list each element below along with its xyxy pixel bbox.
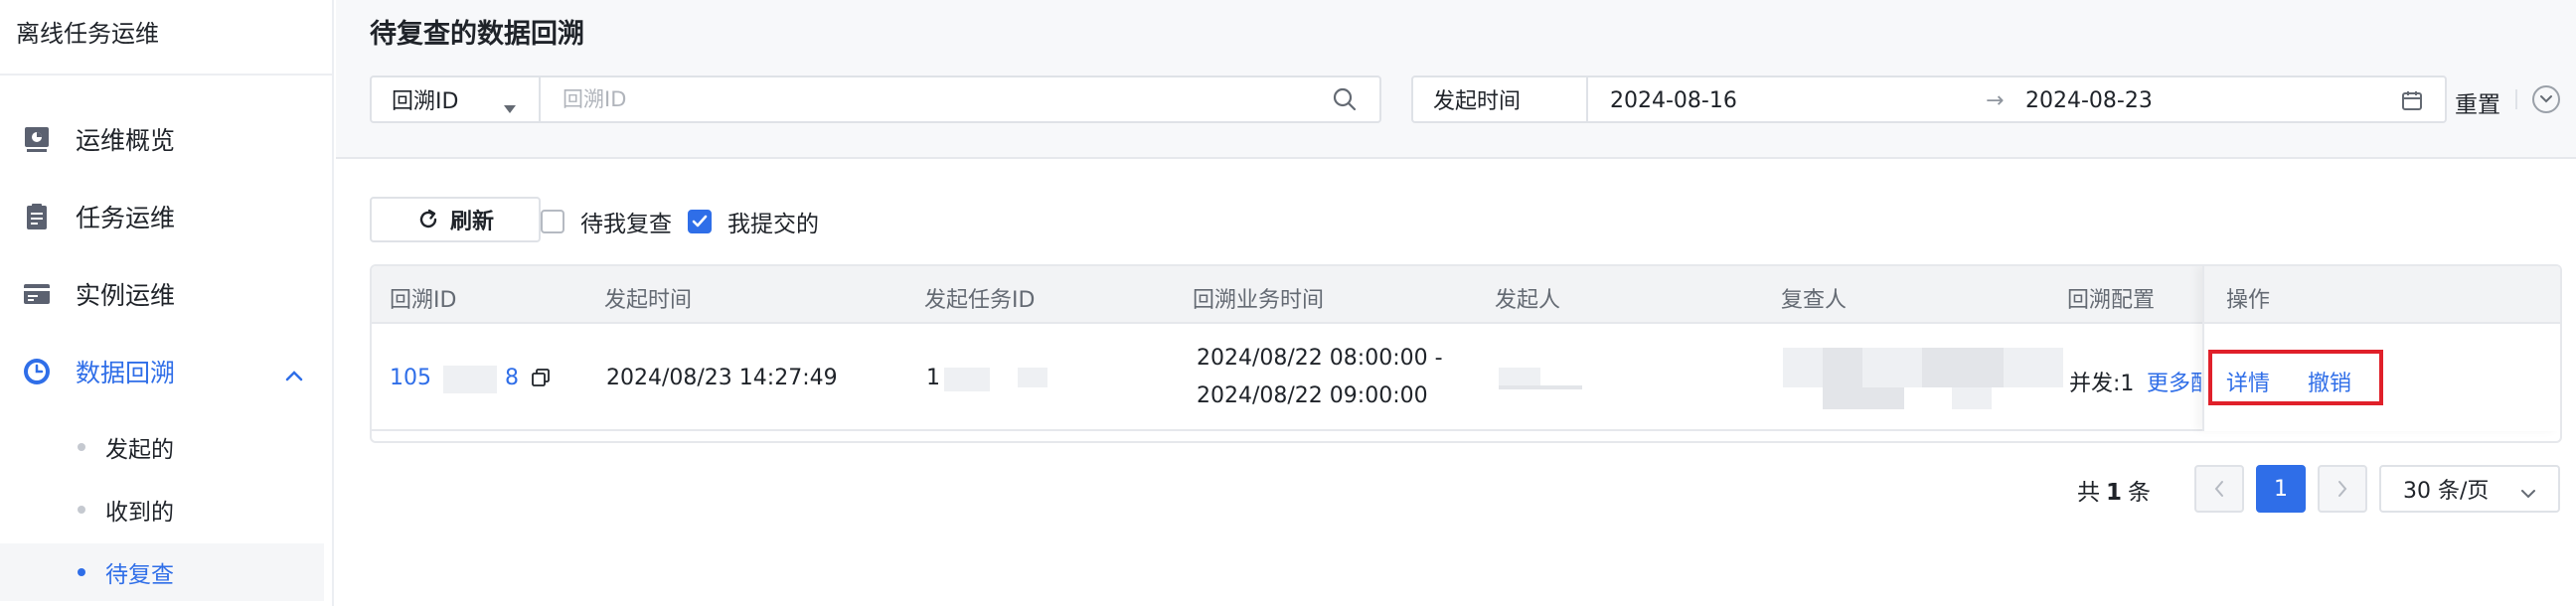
date-end[interactable]: 2024-08-23 bbox=[2025, 88, 2153, 113]
backfill-id-suffix[interactable]: 8 bbox=[505, 366, 519, 390]
revoke-link[interactable]: 撤销 bbox=[2308, 366, 2351, 397]
date-range-filter: 发起时间 2024-08-16 → 2024-08-23 bbox=[1411, 76, 2447, 123]
sidebar-item-label: 任务运维 bbox=[76, 204, 176, 232]
redacted-block bbox=[1018, 368, 1047, 387]
total-prefix: 共 bbox=[2077, 480, 2100, 506]
sidebar-subitem-initiated[interactable]: 发起的 bbox=[0, 418, 334, 476]
chevron-right-icon bbox=[2336, 480, 2348, 498]
page-size-select[interactable]: 30 条/页 bbox=[2379, 465, 2560, 513]
caret-down-icon bbox=[503, 95, 517, 120]
page-size-value: 30 条/页 bbox=[2403, 479, 2490, 504]
date-start[interactable]: 2024-08-16 bbox=[1610, 88, 1737, 113]
redacted-block bbox=[944, 368, 990, 391]
search-input[interactable] bbox=[541, 77, 1332, 121]
total-suffix: 条 bbox=[2128, 480, 2152, 506]
reset-button[interactable]: 重置 bbox=[2455, 85, 2500, 119]
sidebar-subitem-received[interactable]: 收到的 bbox=[0, 481, 334, 538]
divider bbox=[2515, 89, 2517, 109]
sidebar-item-label: 运维概览 bbox=[76, 126, 176, 155]
prev-page-button[interactable] bbox=[2194, 465, 2244, 513]
task-clipboard-icon bbox=[20, 200, 54, 233]
clock-icon bbox=[20, 355, 54, 388]
backfill-config: 并发:1 bbox=[2069, 372, 2135, 396]
refresh-button[interactable]: 刷新 bbox=[370, 197, 541, 242]
field-select[interactable]: 回溯ID bbox=[372, 77, 541, 121]
check-icon bbox=[692, 215, 708, 227]
column-header: 操作 bbox=[2226, 288, 2271, 313]
redacted-reviewer bbox=[1823, 387, 1904, 409]
sidebar-item-label: 实例运维 bbox=[76, 281, 176, 310]
checkbox-unchecked[interactable] bbox=[541, 210, 564, 233]
next-page-button[interactable] bbox=[2318, 465, 2367, 513]
filter-zone: 待复查的数据回溯 回溯ID 发起时间 2024-08-16 → 2024-08-… bbox=[336, 0, 2576, 159]
sidebar-subitem-label: 发起的 bbox=[105, 437, 174, 463]
redacted-reviewer bbox=[1823, 348, 1862, 387]
column-header: 发起时间 bbox=[604, 288, 693, 313]
bullet-dot bbox=[78, 443, 85, 451]
date-arrow: → bbox=[1986, 88, 2005, 113]
chevron-down-icon bbox=[2539, 94, 2553, 104]
sidebar-title: 离线任务运维 bbox=[0, 0, 332, 76]
bullet-dot bbox=[78, 568, 85, 576]
date-filter-label: 发起时间 bbox=[1413, 77, 1588, 121]
biz-time-from: 2024/08/22 08:00:00 - bbox=[1197, 346, 1443, 371]
date-range-picker[interactable]: 2024-08-16 → 2024-08-23 bbox=[1588, 77, 2445, 121]
expand-filters-button[interactable] bbox=[2532, 85, 2560, 113]
detail-link[interactable]: 详情 bbox=[2226, 366, 2270, 397]
search-icon[interactable] bbox=[1332, 86, 1358, 112]
backfill-table: 回溯ID 发起时间 发起任务ID 回溯业务时间 发起人 复查人 回溯配置 105… bbox=[370, 264, 2562, 443]
sidebar-item-overview[interactable]: 运维概览 bbox=[0, 109, 334, 169]
chevron-down-icon bbox=[2520, 481, 2536, 506]
pagination-total: 共1条 bbox=[2077, 473, 2151, 507]
sidebar-subitem-label: 待复查 bbox=[105, 562, 174, 588]
checkbox-pending-my-review[interactable]: 待我复查 bbox=[541, 205, 672, 238]
start-time: 2024/08/23 14:27:49 bbox=[606, 366, 838, 390]
checkbox-checked[interactable] bbox=[688, 210, 712, 233]
redacted-reviewer bbox=[1952, 387, 1992, 409]
redacted-reviewer bbox=[1922, 348, 2004, 387]
operations-column: 操作 详情 撤销 bbox=[2202, 266, 2560, 431]
task-id: 1 bbox=[926, 366, 940, 390]
redacted-block bbox=[443, 366, 497, 393]
column-header: 发起任务ID bbox=[924, 288, 1036, 313]
instance-card-icon bbox=[20, 277, 54, 311]
copy-icon[interactable] bbox=[531, 368, 551, 391]
sidebar-item-task-ops[interactable]: 任务运维 bbox=[0, 187, 334, 246]
field-select-value: 回溯ID bbox=[392, 89, 459, 114]
column-header: 回溯ID bbox=[390, 288, 457, 313]
backfill-id-prefix: 105 bbox=[390, 366, 431, 390]
calendar-icon[interactable] bbox=[2401, 89, 2423, 115]
biz-time-to: 2024/08/22 09:00:00 bbox=[1197, 383, 1428, 408]
sidebar-item-label: 数据回溯 bbox=[76, 359, 176, 387]
bullet-dot bbox=[78, 506, 85, 514]
main-content: 待复查的数据回溯 回溯ID 发起时间 2024-08-16 → 2024-08-… bbox=[336, 0, 2576, 606]
search-filter: 回溯ID bbox=[370, 76, 1381, 123]
chevron-up-icon[interactable] bbox=[284, 360, 304, 388]
dashboard-icon bbox=[20, 122, 54, 156]
total-count: 1 bbox=[2106, 480, 2123, 506]
sidebar-subitem-label: 收到的 bbox=[105, 500, 174, 526]
backfill-id-link[interactable]: 105 bbox=[390, 366, 431, 390]
checkbox-submitted-by-me[interactable]: 我提交的 bbox=[688, 205, 819, 238]
sidebar-subitem-pending-review[interactable]: 待复查 bbox=[0, 543, 324, 601]
column-header: 发起人 bbox=[1495, 288, 1561, 313]
refresh-icon bbox=[416, 208, 450, 231]
refresh-label: 刷新 bbox=[449, 210, 494, 234]
operations-header: 操作 bbox=[2204, 266, 2560, 324]
sidebar: 离线任务运维 运维概览 任务运维 实例运维 数据回溯 发起的 收到的 待复查 bbox=[0, 0, 334, 606]
checkbox-label: 我提交的 bbox=[727, 212, 819, 237]
checkbox-label: 待我复查 bbox=[580, 212, 672, 237]
column-header: 复查人 bbox=[1781, 288, 1848, 313]
column-header: 回溯配置 bbox=[2067, 288, 2156, 313]
page-number-button[interactable]: 1 bbox=[2256, 465, 2306, 513]
chevron-left-icon bbox=[2213, 480, 2225, 498]
column-header: 回溯业务时间 bbox=[1193, 288, 1325, 313]
sidebar-item-data-backfill[interactable]: 数据回溯 bbox=[0, 342, 334, 401]
page-title: 待复查的数据回溯 bbox=[370, 19, 584, 50]
redacted-initiator bbox=[1499, 385, 1582, 389]
sidebar-item-instance-ops[interactable]: 实例运维 bbox=[0, 264, 334, 324]
